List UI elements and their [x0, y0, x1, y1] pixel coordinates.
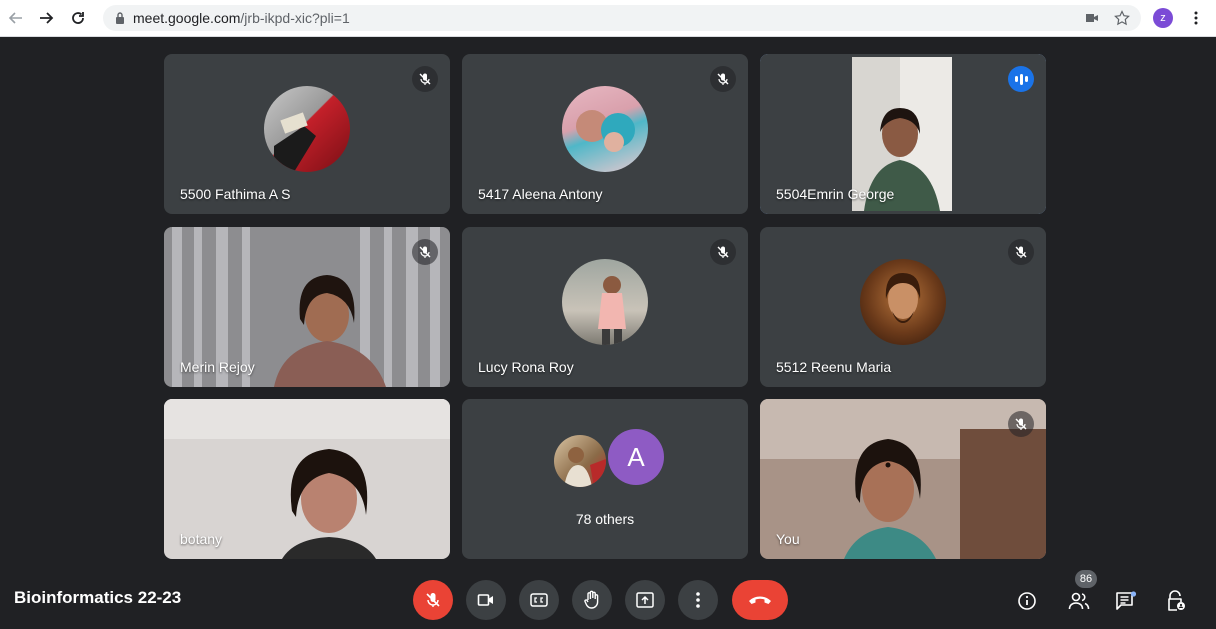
meeting-details-button[interactable]	[1014, 588, 1040, 614]
self-video	[760, 399, 1046, 559]
participant-tile[interactable]: 5512 Reenu Maria	[760, 227, 1046, 387]
browser-menu-icon[interactable]	[1185, 7, 1207, 29]
participant-name: You	[776, 531, 800, 547]
participant-name: 5417 Aleena Antony	[478, 186, 603, 202]
raise-hand-icon	[584, 590, 599, 609]
chat-button[interactable]	[1113, 588, 1139, 614]
others-count-label: 78 others	[575, 511, 635, 527]
others-avatar-photo	[554, 435, 606, 487]
others-avatar-group: A	[554, 429, 664, 491]
leave-call-button[interactable]	[732, 580, 788, 620]
people-icon	[1068, 592, 1090, 610]
more-options-button[interactable]	[678, 580, 718, 620]
muted-mic-icon	[1008, 239, 1034, 265]
self-tile[interactable]: You	[760, 399, 1046, 559]
participant-avatar	[860, 259, 946, 345]
profile-avatar[interactable]: z	[1153, 8, 1173, 28]
participant-name: 5512 Reenu Maria	[776, 359, 892, 375]
back-icon[interactable]	[4, 6, 28, 30]
reload-icon[interactable]	[66, 6, 90, 30]
camera-icon	[477, 594, 493, 606]
more-vert-icon	[696, 592, 700, 608]
participant-tile-speaking[interactable]: 5504Emrin George	[760, 54, 1046, 214]
participant-tile[interactable]: Merin Rejoy	[164, 227, 450, 387]
bookmark-star-icon[interactable]	[1111, 7, 1133, 29]
forward-icon[interactable]	[34, 6, 58, 30]
people-button[interactable]	[1066, 588, 1092, 614]
participant-name: 5504Emrin George	[776, 186, 895, 202]
captions-icon	[530, 593, 548, 607]
browser-toolbar: meet.google.com/jrb-ikpd-xic?pli=1 z	[0, 0, 1216, 37]
address-bar[interactable]: meet.google.com/jrb-ikpd-xic?pli=1	[103, 5, 1141, 31]
participant-tile[interactable]: botany	[164, 399, 450, 559]
muted-mic-icon	[1008, 411, 1034, 437]
info-icon	[1018, 592, 1036, 610]
participant-name: Lucy Rona Roy	[478, 359, 574, 375]
captions-button[interactable]	[519, 580, 559, 620]
url-text: meet.google.com/jrb-ikpd-xic?pli=1	[133, 10, 350, 26]
participant-tile[interactable]: Lucy Rona Roy	[462, 227, 748, 387]
participant-avatar	[562, 86, 648, 172]
participant-tile[interactable]: 5500 Fathima A S	[164, 54, 450, 214]
participant-avatar	[264, 86, 350, 172]
participant-name: 5500 Fathima A S	[180, 186, 291, 202]
mic-toggle-button[interactable]	[413, 580, 453, 620]
mic-off-icon	[426, 593, 440, 607]
participant-count-badge: 86	[1075, 570, 1097, 588]
chat-icon	[1116, 591, 1137, 610]
others-tile[interactable]: A 78 others	[462, 399, 748, 559]
others-avatar-initial: A	[608, 429, 664, 485]
participant-name: Merin Rejoy	[180, 359, 255, 375]
camera-site-icon[interactable]	[1081, 7, 1103, 29]
muted-mic-icon	[412, 66, 438, 92]
participant-name: botany	[180, 531, 223, 547]
muted-mic-icon	[710, 239, 736, 265]
present-screen-icon	[636, 592, 654, 608]
hang-up-icon	[749, 596, 771, 604]
meeting-title: Bioinformatics 22-23	[14, 588, 182, 607]
participant-avatar	[562, 259, 648, 345]
participant-tile[interactable]: 5417 Aleena Antony	[462, 54, 748, 214]
lock-person-icon	[1168, 590, 1185, 611]
url-host: meet.google.com	[133, 10, 241, 26]
muted-mic-icon	[710, 66, 736, 92]
url-path: /jrb-ikpd-xic?pli=1	[240, 10, 350, 26]
raise-hand-button[interactable]	[572, 580, 612, 620]
lock-icon	[116, 12, 124, 24]
speaking-indicator-icon	[1008, 66, 1034, 92]
host-controls-button[interactable]	[1163, 588, 1189, 614]
present-screen-button[interactable]	[625, 580, 665, 620]
camera-toggle-button[interactable]	[466, 580, 506, 620]
muted-mic-icon	[412, 239, 438, 265]
